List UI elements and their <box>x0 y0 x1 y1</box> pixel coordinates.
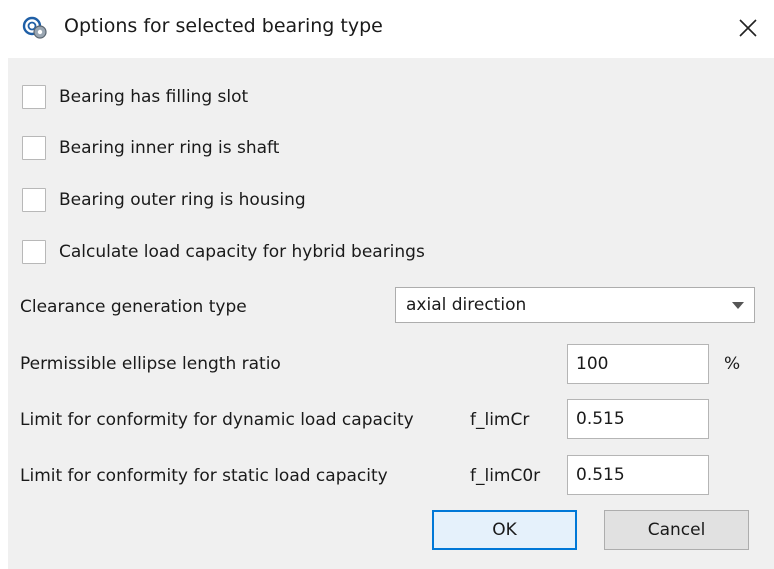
ellipse-ratio-unit: % <box>724 354 741 374</box>
cancel-button[interactable]: Cancel <box>604 510 749 550</box>
chevron-down-icon <box>732 302 744 309</box>
close-button[interactable] <box>728 8 768 48</box>
checkbox-hybrid-bearings[interactable]: Calculate load capacity for hybrid beari… <box>22 237 425 267</box>
checkbox-box[interactable] <box>22 136 46 160</box>
checkbox-outer-ring-housing[interactable]: Bearing outer ring is housing <box>22 185 306 215</box>
bearing-app-icon <box>22 16 47 39</box>
ok-button[interactable]: OK <box>432 510 577 550</box>
dynamic-conformity-label: Limit for conformity for dynamic load ca… <box>20 410 414 430</box>
checkbox-box[interactable] <box>22 85 46 109</box>
clearance-type-select[interactable]: axial direction <box>395 287 755 323</box>
static-conformity-input[interactable] <box>567 455 709 495</box>
static-conformity-symbol: f_limC0r <box>470 466 541 486</box>
checkbox-inner-ring-shaft[interactable]: Bearing inner ring is shaft <box>22 133 279 163</box>
checkbox-box[interactable] <box>22 240 46 264</box>
ellipse-ratio-label: Permissible ellipse length ratio <box>20 354 281 374</box>
title-bar: Options for selected bearing type <box>0 0 774 58</box>
checkbox-label: Bearing has filling slot <box>59 87 249 107</box>
checkbox-label: Bearing outer ring is housing <box>59 190 306 210</box>
static-conformity-label: Limit for conformity for static load cap… <box>20 466 388 486</box>
checkbox-filling-slot[interactable]: Bearing has filling slot <box>22 82 248 112</box>
dialog-title: Options for selected bearing type <box>64 15 383 37</box>
clearance-type-value: axial direction <box>406 295 527 315</box>
clearance-type-label: Clearance generation type <box>20 297 247 317</box>
close-icon <box>739 19 757 37</box>
ellipse-ratio-input[interactable] <box>567 344 709 384</box>
dynamic-conformity-symbol: f_limCr <box>470 410 530 430</box>
checkbox-box[interactable] <box>22 188 46 212</box>
dynamic-conformity-input[interactable] <box>567 399 709 439</box>
checkbox-label: Calculate load capacity for hybrid beari… <box>59 242 425 262</box>
checkbox-label: Bearing inner ring is shaft <box>59 138 280 158</box>
